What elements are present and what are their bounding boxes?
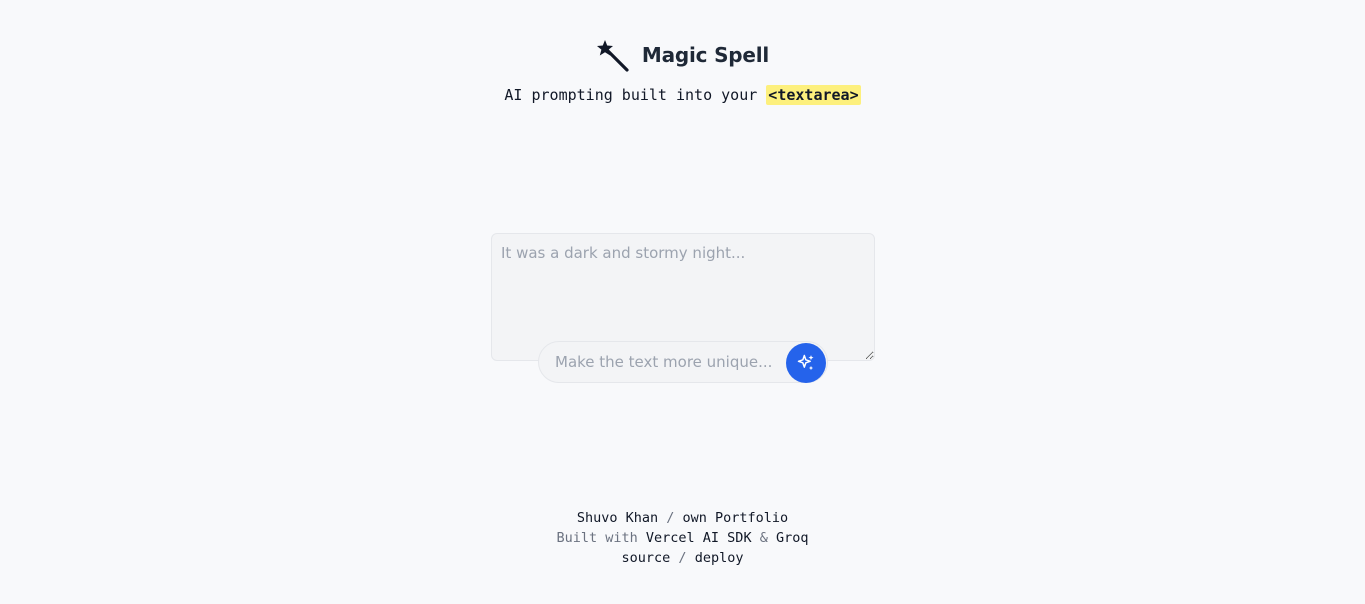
footer-separator: / [658, 510, 683, 526]
vercel-ai-sdk-link[interactable]: Vercel AI SDK [646, 530, 752, 546]
tagline: AI prompting built into your <textarea> [0, 85, 1365, 105]
prompt-bar [538, 341, 828, 383]
footer-built-with: Built with Vercel AI SDK & Groq [0, 528, 1365, 548]
app-title: Magic Spell [641, 43, 770, 67]
footer-separator: / [670, 550, 695, 566]
tagline-text: AI prompting built into your [504, 86, 767, 104]
brand: Magic Spell [0, 38, 1365, 72]
built-with-label: Built with [556, 530, 646, 546]
magic-wand-icon [596, 40, 629, 72]
footer-links: source / deploy [0, 548, 1365, 568]
footer-credits: Shuvo Khan / own Portfolio [0, 508, 1365, 528]
sparkles-icon [797, 354, 814, 371]
generate-button[interactable] [786, 343, 826, 383]
deploy-link[interactable]: deploy [695, 550, 744, 566]
author-link[interactable]: Shuvo Khan [577, 510, 658, 526]
ampersand: & [751, 530, 776, 546]
footer: Shuvo Khan / own Portfolio Built with Ve… [0, 508, 1365, 568]
prompt-input[interactable] [555, 353, 775, 371]
groq-link[interactable]: Groq [776, 530, 809, 546]
page: Magic Spell AI prompting built into your… [0, 0, 1365, 604]
source-link[interactable]: source [622, 550, 671, 566]
tagline-code: <textarea> [766, 85, 861, 105]
portfolio-link[interactable]: own Portfolio [683, 510, 789, 526]
